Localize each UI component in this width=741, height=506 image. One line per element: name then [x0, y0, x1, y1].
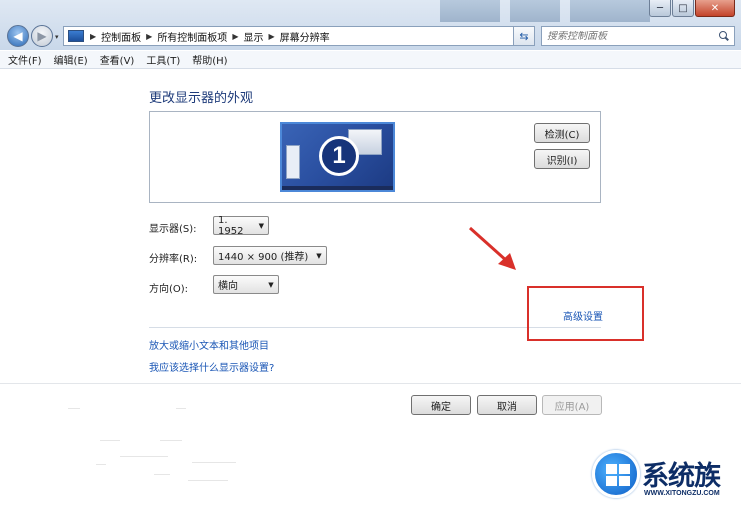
resolution-label: 分辨率(R):: [149, 254, 198, 265]
maximize-button[interactable]: □: [672, 0, 694, 17]
breadcrumb-separator-icon: ▶: [90, 31, 97, 41]
cancel-button[interactable]: 取消: [477, 395, 537, 415]
resolution-select-value: 1440 × 900 (推荐): [218, 252, 309, 263]
monitor-thumbnail[interactable]: 1: [280, 122, 395, 192]
apply-button[interactable]: 应用(A): [542, 395, 602, 415]
display-label: 显示器(S):: [149, 224, 197, 235]
menu-bar: 文件(F) 编辑(E) 查看(V) 工具(T) 帮助(H): [0, 51, 741, 69]
forward-arrow-icon: ▶: [37, 29, 47, 43]
logo-pane: [606, 476, 617, 486]
menu-tools[interactable]: 工具(T): [146, 52, 180, 67]
artifact-line: [160, 440, 182, 441]
chevron-down-icon: ▼: [268, 280, 274, 289]
background-tile: [570, 0, 650, 22]
content-area: 更改显示器的外观 1 检测(C) 识别(I) 显示器(S): 1. 1952 ▼…: [0, 70, 741, 506]
close-button[interactable]: ✕: [695, 0, 735, 17]
artifact-line: [100, 440, 120, 441]
title-bar: ─ □ ✕ ◀ ▶ ▾ ▶ 控制面板 ▶ 所有控制面板项 ▶ 显示 ▶ 屏幕分辨…: [0, 0, 741, 50]
windows-logo-icon: [592, 450, 640, 498]
address-bar[interactable]: ▶ 控制面板 ▶ 所有控制面板项 ▶ 显示 ▶ 屏幕分辨率 ▾: [63, 26, 533, 46]
breadcrumb-display[interactable]: 显示: [243, 29, 263, 44]
orientation-select[interactable]: 横向 ▼: [213, 275, 279, 294]
menu-help[interactable]: 帮助(H): [192, 52, 227, 67]
background-tile: [510, 0, 560, 22]
back-button[interactable]: ◀: [7, 25, 29, 47]
logo-pane: [606, 464, 617, 474]
desktop-window-preview: [286, 145, 300, 179]
history-dropdown[interactable]: ▾: [55, 33, 59, 41]
search-input[interactable]: [547, 30, 712, 42]
advanced-settings-link[interactable]: 高级设置: [563, 308, 603, 323]
logo-pane: [619, 476, 630, 486]
watermark-url: WWW.XITONGZU.COM: [644, 490, 720, 497]
page-title: 更改显示器的外观: [149, 91, 254, 106]
background-tile: [440, 0, 500, 22]
chevron-down-icon: ▼: [316, 251, 322, 260]
logo-pane: [619, 464, 630, 474]
artifact-line: [192, 462, 236, 463]
control-panel-icon: [68, 30, 84, 42]
footer-divider: [0, 383, 741, 384]
detect-button[interactable]: 检测(C): [534, 123, 590, 143]
site-watermark: 系统族 WWW.XITONGZU.COM: [592, 450, 741, 506]
refresh-button[interactable]: ⇆: [513, 26, 535, 46]
orientation-select-value: 横向: [218, 281, 238, 292]
minimize-button[interactable]: ─: [649, 0, 671, 17]
monitor-number-badge: 1: [319, 136, 359, 176]
menu-file[interactable]: 文件(F): [8, 52, 42, 67]
search-box[interactable]: [541, 26, 735, 46]
artifact-line: [120, 456, 168, 457]
red-arrow-annotation: [468, 226, 516, 270]
breadcrumb-separator-icon[interactable]: ▶: [232, 32, 238, 41]
text-size-link[interactable]: 放大或缩小文本和其他项目: [149, 337, 269, 352]
ok-button[interactable]: 确定: [411, 395, 471, 415]
breadcrumb-separator-icon[interactable]: ▶: [268, 32, 274, 41]
orientation-label: 方向(O):: [149, 284, 189, 295]
breadcrumb-all-items[interactable]: 所有控制面板项: [157, 29, 227, 44]
which-settings-link[interactable]: 我应该选择什么显示器设置?: [149, 359, 274, 374]
display-select[interactable]: 1. 1952 ▼: [213, 214, 269, 237]
artifact-line: [188, 480, 228, 481]
watermark-title: 系统族: [642, 461, 721, 492]
refresh-icon: ⇆: [519, 29, 529, 43]
menu-view[interactable]: 查看(V): [100, 52, 135, 67]
identify-button[interactable]: 识别(I): [534, 149, 590, 169]
breadcrumb-separator-icon[interactable]: ▶: [146, 32, 152, 41]
breadcrumb-control-panel[interactable]: 控制面板: [101, 29, 141, 44]
menu-edit[interactable]: 编辑(E): [54, 52, 88, 67]
search-icon[interactable]: [719, 31, 729, 41]
taskbar-preview: [282, 186, 393, 190]
chevron-down-icon: ▼: [258, 221, 264, 230]
window-controls: ─ □ ✕: [649, 0, 735, 17]
artifact-line: [176, 408, 186, 409]
breadcrumb-screen-resolution[interactable]: 屏幕分辨率: [280, 29, 330, 44]
display-select-value: 1. 1952: [218, 214, 244, 237]
back-arrow-icon: ◀: [13, 29, 23, 43]
artifact-line: [154, 474, 170, 475]
artifact-line: [96, 464, 106, 465]
resolution-select[interactable]: 1440 × 900 (推荐) ▼: [213, 246, 327, 265]
arrow-shaft: [468, 226, 510, 264]
artifact-line: [68, 408, 80, 409]
monitor-panel: 1 检测(C) 识别(I): [149, 111, 601, 203]
forward-button[interactable]: ▶: [31, 25, 53, 47]
